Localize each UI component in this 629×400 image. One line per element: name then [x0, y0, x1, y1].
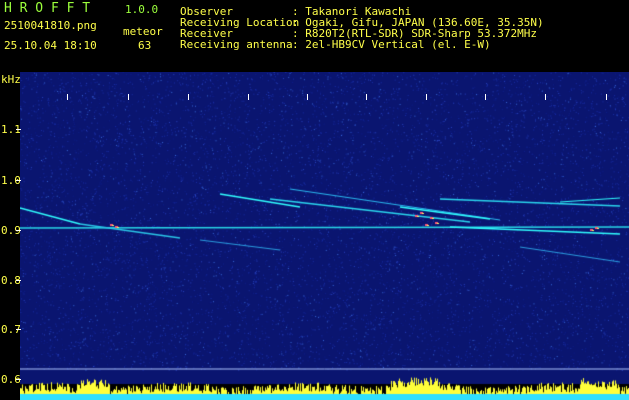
x-tick-mark	[545, 94, 546, 100]
app-title: H R O F F T	[4, 1, 91, 16]
x-tick-mark	[366, 94, 367, 100]
meteor-count: 63	[138, 39, 152, 52]
spectrogram-canvas	[20, 72, 629, 400]
header-panel: H R O F F T 1.0.0 2510041810.png meteor …	[0, 0, 629, 72]
y-tick-mark	[16, 329, 21, 330]
y-tick-mark	[16, 230, 21, 231]
x-tick-mark	[248, 94, 249, 100]
x-tick-mark	[188, 94, 189, 100]
y-tick-mark	[16, 280, 21, 281]
meteor-label: meteor	[123, 25, 163, 38]
info-value-antenna: : 2el-HB9CV Vertical (el. E-W)	[292, 38, 491, 51]
app-version: 1.0.0	[125, 3, 159, 16]
x-tick-mark	[307, 94, 308, 100]
file-name: 2510041810.png	[4, 19, 97, 32]
y-tick-mark	[16, 180, 21, 181]
info-label-antenna: Receiving antenna	[180, 38, 293, 51]
x-tick-mark	[606, 94, 607, 100]
x-tick-mark	[67, 94, 68, 100]
y-tick-mark	[16, 379, 21, 380]
y-unit-label: kHz	[1, 73, 21, 86]
date-time: 25.10.04 18:10	[4, 39, 97, 52]
y-tick-mark	[16, 129, 21, 130]
x-tick-mark	[485, 94, 486, 100]
x-tick-mark	[128, 94, 129, 100]
x-tick-mark	[426, 94, 427, 100]
